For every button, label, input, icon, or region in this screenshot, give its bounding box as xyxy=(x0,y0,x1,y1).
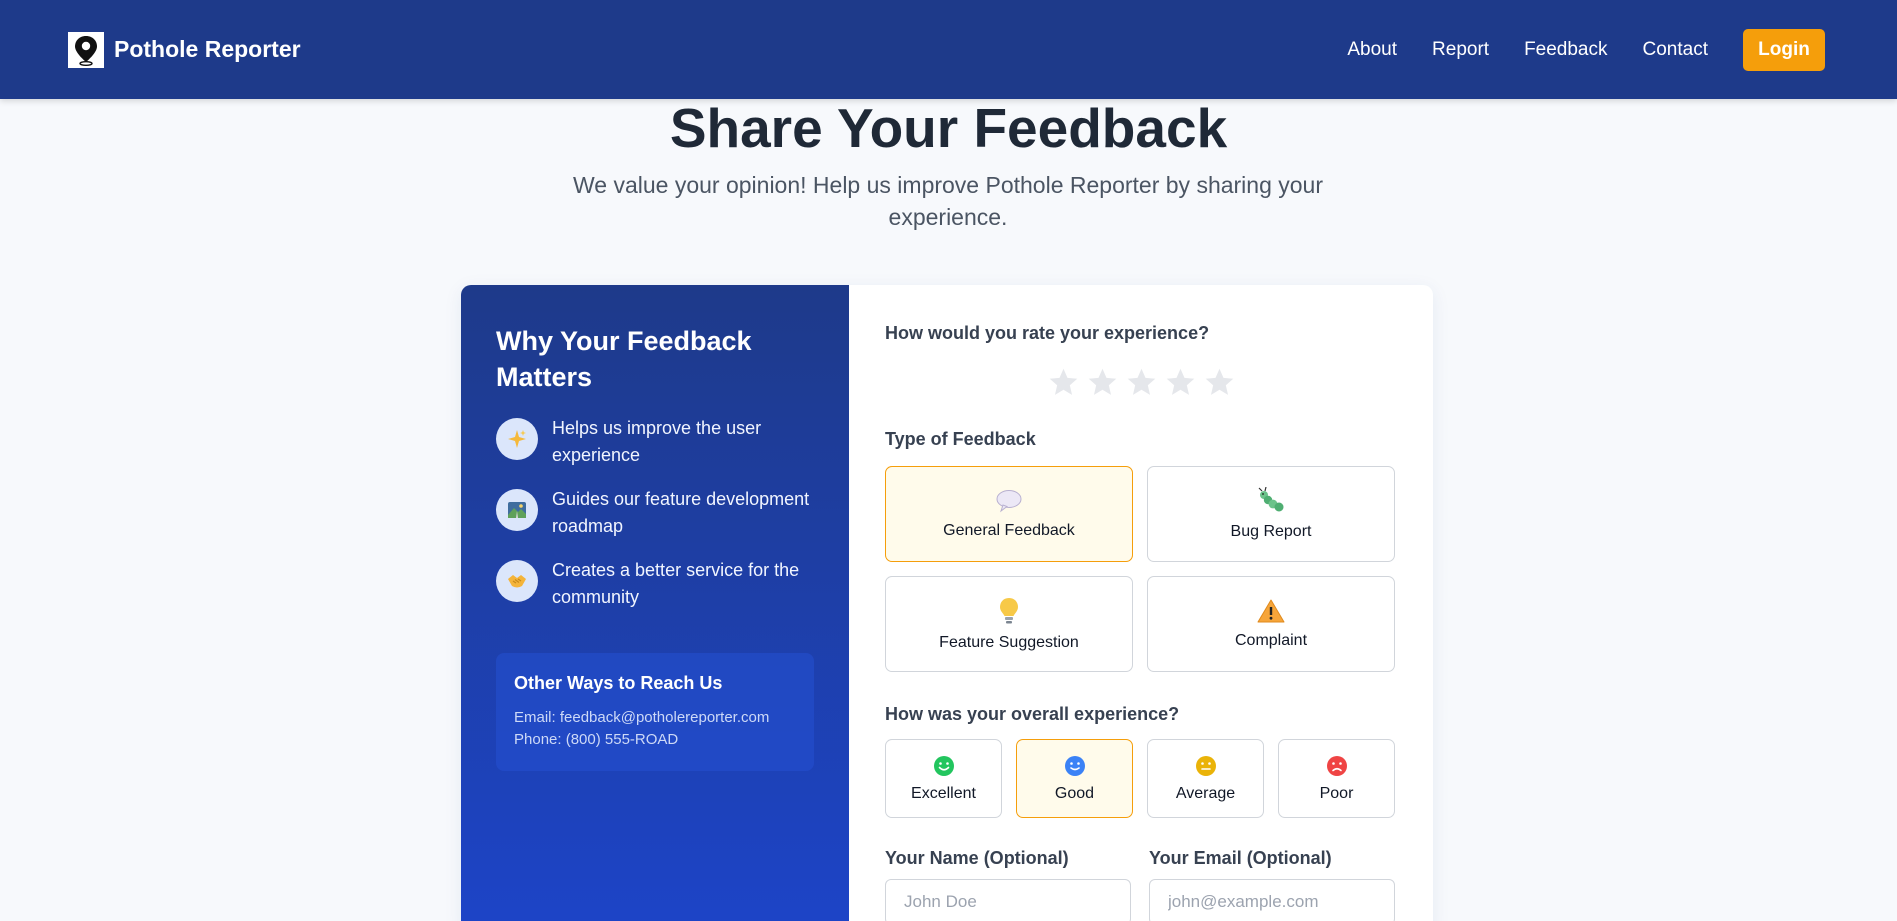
feedback-type-label-text: Feature Suggestion xyxy=(939,634,1079,651)
page-title: Share Your Feedback xyxy=(669,97,1228,159)
bug-icon xyxy=(1258,487,1284,512)
contact-email[interactable]: Email: feedback@potholereporter.com xyxy=(514,707,796,729)
feedback-type-label-text: Bug Report xyxy=(1230,523,1312,540)
experience-label-text: Excellent xyxy=(911,784,976,802)
contact-phone[interactable]: Phone: (800) 555-ROAD xyxy=(514,729,796,751)
experience-label-text: Average xyxy=(1175,784,1236,802)
contact-info-box: Other Ways to Reach Us Email: feedback@p… xyxy=(496,653,814,771)
name-input[interactable] xyxy=(885,879,1131,921)
smile-icon xyxy=(933,755,954,776)
smile-icon xyxy=(1064,755,1085,776)
lightbulb-icon xyxy=(1000,598,1018,624)
name-label: Your Name (Optional) xyxy=(885,848,1069,868)
rating-label: How would you rate your experience? xyxy=(885,323,1210,343)
feedback-info-panel: Why Your Feedback Matters Helps us impro… xyxy=(461,285,849,921)
feedback-type-label: Type of Feedback xyxy=(885,429,1036,449)
page-subtitle: We value your opinion! Help us improve P… xyxy=(572,172,1324,230)
benefit-item: Helps us improve the user experience xyxy=(496,415,814,469)
frown-icon xyxy=(1326,755,1347,776)
experience-excellent[interactable]: Excellent xyxy=(885,739,1002,818)
star-icon[interactable] xyxy=(1086,366,1119,399)
map-pin-icon xyxy=(68,31,104,68)
sparkles-icon xyxy=(496,418,538,460)
contact-info-title: Other Ways to Reach Us xyxy=(514,673,723,693)
benefit-text: Guides our feature development roadmap xyxy=(552,489,810,536)
feedback-form: How would you rate your experience? Type… xyxy=(849,285,1433,921)
warning-icon xyxy=(1257,599,1285,623)
experience-average[interactable]: Average xyxy=(1147,739,1264,818)
experience-good[interactable]: Good xyxy=(1016,739,1133,818)
main-nav: About Report Feedback Contact Login xyxy=(1347,28,1825,71)
star-icon[interactable] xyxy=(1164,366,1197,399)
experience-label-text: Poor xyxy=(1319,784,1354,802)
email-field-group: Your Email (Optional) xyxy=(1149,848,1395,921)
feedback-type-label-text: General Feedback xyxy=(943,522,1075,539)
feedback-type-options: General Feedback Bug Report Feature Sugg… xyxy=(885,466,1397,672)
feedback-type-complaint[interactable]: Complaint xyxy=(1147,576,1395,672)
feedback-card: Why Your Feedback Matters Helps us impro… xyxy=(461,285,1433,921)
star-rating xyxy=(885,366,1397,399)
benefit-text: Helps us improve the user experience xyxy=(552,418,762,465)
contact-fields: Your Name (Optional) Your Email (Optiona… xyxy=(885,848,1397,921)
nav-about-link[interactable]: About xyxy=(1347,39,1397,61)
star-icon[interactable] xyxy=(1047,366,1080,399)
star-icon[interactable] xyxy=(1203,366,1236,399)
star-icon[interactable] xyxy=(1125,366,1158,399)
speech-bubble-icon xyxy=(996,490,1022,513)
nav-report-link[interactable]: Report xyxy=(1432,39,1489,61)
handshake-icon xyxy=(496,560,538,602)
info-panel-title: Why Your Feedback Matters xyxy=(496,326,752,392)
experience-label-text: Good xyxy=(1054,784,1095,802)
experience-label: How was your overall experience? xyxy=(885,704,1180,724)
benefit-text: Creates a better service for the communi… xyxy=(552,560,800,607)
login-button[interactable]: Login xyxy=(1743,28,1825,71)
roadmap-icon xyxy=(496,489,538,531)
nav-feedback-link[interactable]: Feedback xyxy=(1524,39,1607,61)
experience-options: Excellent Good Average Poor xyxy=(885,739,1397,818)
name-field-group: Your Name (Optional) xyxy=(885,848,1131,921)
feedback-type-label-text: Complaint xyxy=(1234,632,1308,649)
brand[interactable]: Pothole Reporter xyxy=(68,31,301,68)
brand-title: Pothole Reporter xyxy=(114,36,301,62)
feedback-type-feature[interactable]: Feature Suggestion xyxy=(885,576,1133,672)
benefit-item: Creates a better service for the communi… xyxy=(496,557,814,611)
neutral-face-icon xyxy=(1195,755,1216,776)
feedback-type-general[interactable]: General Feedback xyxy=(885,466,1133,562)
benefit-item: Guides our feature development roadmap xyxy=(496,486,814,540)
feedback-type-bug[interactable]: Bug Report xyxy=(1147,466,1395,562)
top-navbar: Pothole Reporter About Report Feedback C… xyxy=(0,0,1897,99)
experience-poor[interactable]: Poor xyxy=(1278,739,1395,818)
nav-contact-link[interactable]: Contact xyxy=(1643,39,1708,61)
email-input[interactable] xyxy=(1149,879,1395,921)
email-label: Your Email (Optional) xyxy=(1149,848,1332,868)
